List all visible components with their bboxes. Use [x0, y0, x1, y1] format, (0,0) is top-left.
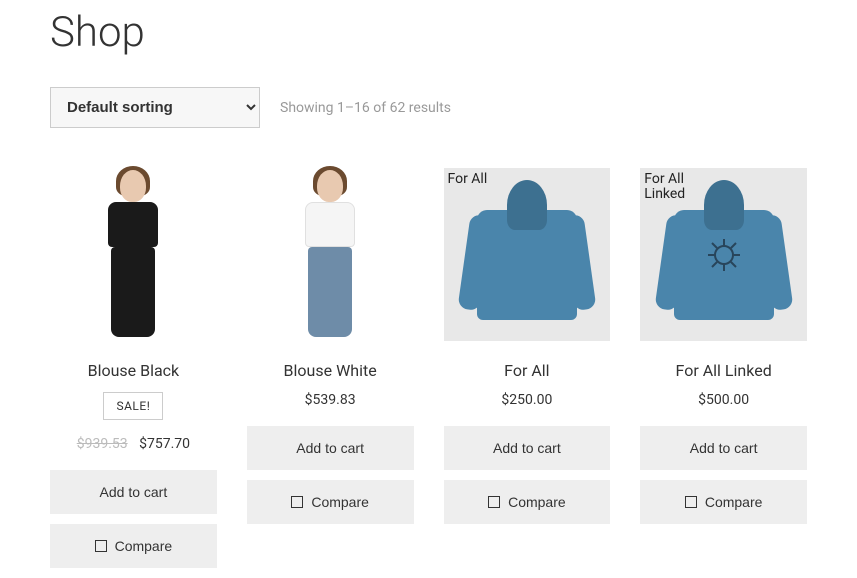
product-card: For All For All $250.00 Add to cart Comp… [444, 168, 611, 578]
price: $757.70 [139, 436, 190, 452]
product-card: Blouse White $539.83 Add to cart Compare [247, 168, 414, 578]
add-to-cart-button[interactable]: Add to cart [50, 470, 217, 514]
old-price: $939.53 [77, 436, 128, 452]
sale-badge: SALE! [103, 392, 163, 420]
product-image[interactable]: For All Linked [640, 168, 807, 341]
product-title[interactable]: For All [444, 361, 611, 380]
checkbox-icon [685, 496, 697, 508]
product-image[interactable]: For All [444, 168, 611, 341]
price-row: $939.53 $757.70 [50, 436, 217, 452]
page-title: Shop [50, 8, 807, 57]
add-to-cart-button[interactable]: Add to cart [247, 426, 414, 470]
product-title[interactable]: Blouse Black [50, 361, 217, 380]
product-title[interactable]: Blouse White [247, 361, 414, 380]
compare-label: Compare [115, 538, 173, 554]
product-image[interactable] [50, 168, 217, 341]
price: $250.00 [501, 392, 552, 408]
product-thumbnail [659, 180, 789, 330]
compare-label: Compare [705, 494, 763, 510]
compare-button[interactable]: Compare [444, 480, 611, 524]
checkbox-icon [488, 496, 500, 508]
add-to-cart-button[interactable]: Add to cart [640, 426, 807, 470]
results-count: Showing 1–16 of 62 results [280, 100, 451, 116]
product-thumbnail [285, 170, 375, 340]
compare-button[interactable]: Compare [50, 524, 217, 568]
product-thumbnail [88, 170, 178, 340]
compare-label: Compare [311, 494, 369, 510]
product-title[interactable]: For All Linked [640, 361, 807, 380]
add-to-cart-button[interactable]: Add to cart [444, 426, 611, 470]
product-thumbnail [462, 180, 592, 330]
price: $539.83 [305, 392, 356, 408]
price-row: $500.00 [640, 392, 807, 408]
compare-label: Compare [508, 494, 566, 510]
product-card: Blouse Black SALE! $939.53 $757.70 Add t… [50, 168, 217, 578]
price-row: $539.83 [247, 392, 414, 408]
product-image[interactable] [247, 168, 414, 341]
product-card: For All Linked [640, 168, 807, 578]
compare-button[interactable]: Compare [247, 480, 414, 524]
sort-select[interactable]: Default sorting [50, 87, 260, 128]
product-grid: Blouse Black SALE! $939.53 $757.70 Add t… [50, 168, 807, 578]
price-row: $250.00 [444, 392, 611, 408]
compare-button[interactable]: Compare [640, 480, 807, 524]
controls-row: Default sorting Showing 1–16 of 62 resul… [50, 87, 807, 128]
checkbox-icon [95, 540, 107, 552]
price: $500.00 [698, 392, 749, 408]
checkbox-icon [291, 496, 303, 508]
